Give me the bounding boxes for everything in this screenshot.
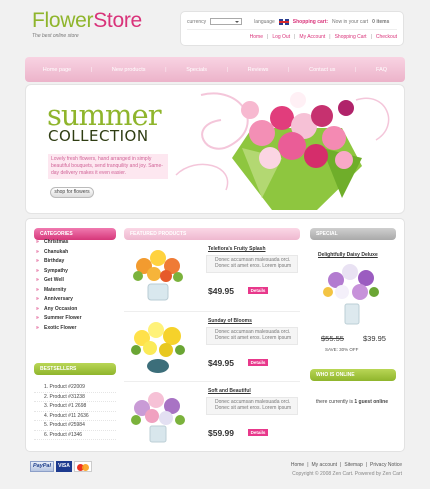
cart-status-text: Now in your cart (332, 18, 369, 25)
footer-link-account[interactable]: My account (312, 462, 338, 468)
category-get-well[interactable]: Get Well (34, 276, 116, 286)
visa-logo: VISA (56, 460, 72, 472)
mastercard-logo (74, 460, 92, 472)
header-link-logout[interactable]: Log Out (272, 34, 290, 40)
header-toolbox: currency language Shopping cart: Now in … (180, 11, 404, 46)
paypal-logo: PayPal (30, 460, 54, 472)
details-button[interactable]: Details (248, 359, 268, 366)
product-image[interactable] (124, 386, 192, 444)
cart-item-count: 0 items (372, 18, 390, 25)
product-card: Sunday of Blooms Donec accumsan malesuad… (124, 316, 300, 376)
nav-home[interactable]: Home page (43, 67, 71, 73)
footer-links: Home | My account | Sitemap | Privacy Notic… (290, 462, 402, 468)
bestseller-item[interactable]: 1. Product #22009 (34, 383, 116, 393)
product-price: $49.95 (208, 286, 234, 296)
footer-link-sitemap[interactable]: Sitemap (344, 462, 362, 468)
product-image[interactable] (124, 316, 192, 374)
product-description: Donec accumsan malesuada orci. Donec sit… (206, 327, 298, 345)
category-maternity[interactable]: Maternity (34, 286, 116, 296)
divider (187, 29, 397, 30)
special-header: SPECIAL (310, 228, 396, 240)
product-price: $59.99 (208, 428, 234, 438)
store-tagline: The best online store (32, 33, 79, 39)
category-birthday[interactable]: Birthday (34, 257, 116, 267)
uk-flag-icon[interactable] (278, 18, 289, 25)
category-chanukah[interactable]: Chanukah (34, 248, 116, 258)
category-any-occasion[interactable]: Any Occasion (34, 305, 116, 315)
banner-text: Lovely fresh flowers, hand arranged in s… (48, 154, 168, 179)
language-label: language (254, 18, 275, 25)
payment-logos: PayPal VISA (30, 459, 92, 473)
product-description: Donec accumsan malesuada orci. Donec sit… (206, 255, 298, 273)
product-name[interactable]: Telefiora's Fruity Splash (208, 246, 266, 252)
content-panel: CATEGORIES Christmas Chanukah Birthday S… (25, 218, 405, 452)
currency-label: currency (187, 18, 207, 25)
shop-for-flowers-button[interactable]: shop for flowers (50, 187, 94, 198)
bestseller-item[interactable]: 2. Product #31238 (34, 393, 116, 402)
bestsellers-list: 1. Product #22009 2. Product #31238 3. P… (34, 383, 116, 440)
product-name[interactable]: Soft and Beautiful (208, 388, 251, 394)
footer-link-home[interactable]: Home (291, 462, 304, 468)
bestseller-item[interactable]: 3. Product #1 2698 (34, 402, 116, 412)
nav-new-products[interactable]: New products (112, 67, 146, 73)
nav-faq[interactable]: FAQ (376, 67, 387, 73)
divider (124, 311, 300, 312)
footer: Home | My account | Sitemap | Privacy Notic… (250, 462, 402, 477)
special-old-price: $55.55 (321, 334, 344, 343)
footer-link-privacy[interactable]: Privacy Notice (370, 462, 402, 468)
header-links: Home | Log Out | My Account | Shopping Cart… (249, 34, 397, 40)
header-link-home[interactable]: Home (250, 34, 263, 40)
currency-select[interactable] (210, 18, 243, 25)
online-count-text: there currently is 1 guest online (316, 399, 388, 405)
details-button[interactable]: Details (248, 429, 268, 436)
special-save-badge: SAVE: 30% OFF (325, 347, 359, 352)
category-christmas[interactable]: Christmas (34, 238, 116, 248)
featured-products-header: FEATURED PRODUCTS (124, 228, 300, 240)
header-link-cart[interactable]: Shopping Cart (335, 34, 367, 40)
category-exotic-flower[interactable]: Exotic Flower (34, 324, 116, 334)
bestseller-item[interactable]: 5. Product #25984 (34, 421, 116, 431)
category-anniversary[interactable]: Anniversary (34, 295, 116, 305)
header-link-checkout[interactable]: Checkout (376, 34, 397, 40)
summer-banner: summer COLLECTION Lovely fresh flowers, … (25, 84, 405, 214)
bestsellers-header: BESTSELLERS (34, 363, 116, 375)
category-summer-flower[interactable]: Summer Flower (34, 314, 116, 324)
details-button[interactable]: Details (248, 287, 268, 294)
store-logo[interactable]: FlowerStore (32, 10, 142, 32)
special-product-name[interactable]: Delightfully Daisy Deluxe (318, 252, 378, 258)
product-name[interactable]: Sunday of Blooms (208, 318, 252, 324)
product-card: Soft and Beautiful Donec accumsan malesu… (124, 386, 300, 446)
divider (124, 381, 300, 382)
copyright-text: Copyright © 2008 Zen Cart. Powered by Ze… (292, 471, 402, 477)
nav-contact[interactable]: Contact us (309, 67, 335, 73)
main-nav: Home page | New products | Specials | Revie… (25, 57, 405, 82)
header-link-account[interactable]: My Account (299, 34, 325, 40)
bouquet-image (232, 92, 362, 210)
nav-reviews[interactable]: Reviews (248, 67, 269, 73)
category-sympathy[interactable]: Sympathy (34, 267, 116, 277)
special-product-image[interactable] (316, 260, 388, 326)
banner-subtitle: COLLECTION (48, 127, 149, 145)
bestseller-item[interactable]: 4. Product #11 2636 (34, 412, 116, 421)
product-card: Telefiora's Fruity Splash Donec accumsan… (124, 244, 300, 304)
product-image[interactable] (124, 244, 192, 302)
categories-list: Christmas Chanukah Birthday Sympathy Get… (34, 238, 116, 333)
who-is-online-header: WHO IS ONLINE (310, 369, 396, 381)
shopping-cart-link[interactable]: Shopping cart: (293, 19, 328, 25)
special-new-price: $39.95 (363, 334, 386, 343)
product-description: Donec accumsan malesuada orci. Donec sit… (206, 397, 298, 415)
product-price: $49.95 (208, 358, 234, 368)
nav-specials[interactable]: Specials (186, 67, 207, 73)
bestseller-item[interactable]: 6. Product #1346 (34, 431, 116, 440)
